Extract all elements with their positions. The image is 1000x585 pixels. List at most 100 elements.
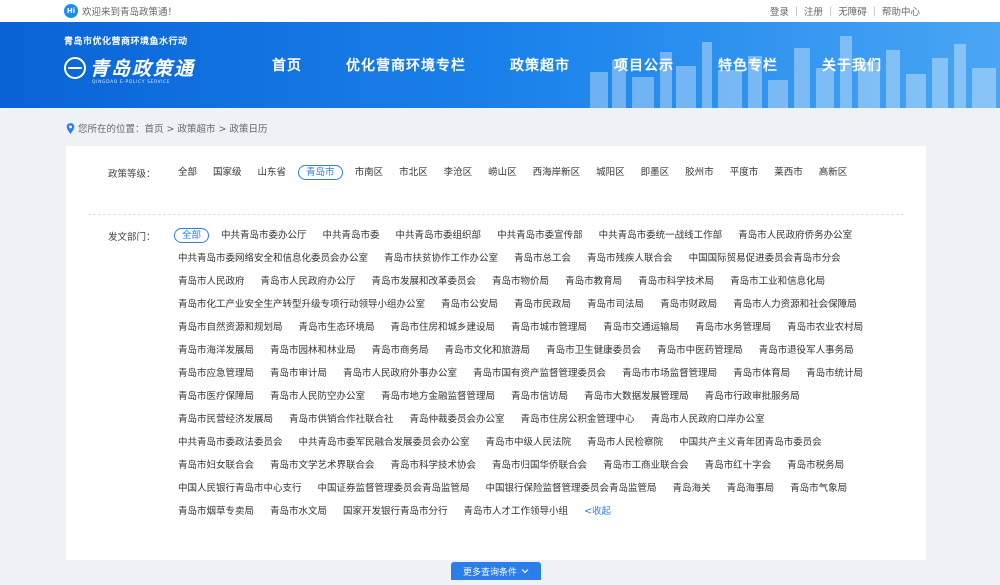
nav-policy-market[interactable]: 政策超市 — [488, 22, 592, 108]
policy-level-tag[interactable]: 市南区 — [347, 161, 392, 184]
department-tag[interactable]: 青岛市人民政府办公厅 — [253, 270, 364, 293]
department-tag[interactable]: 青岛市人力资源和社会保障局 — [725, 293, 865, 316]
department-tag[interactable]: 中共青岛市委政法委员会 — [170, 431, 291, 454]
department-tag[interactable]: 青岛市公安局 — [433, 293, 506, 316]
department-tag[interactable]: 青岛市退役军人事务局 — [751, 339, 862, 362]
department-tag[interactable]: 中国银行保险监督管理委员会青岛监管局 — [478, 477, 665, 500]
department-tag[interactable]: 青岛市水务管理局 — [687, 316, 779, 339]
policy-level-tag[interactable]: 国家级 — [205, 161, 250, 184]
department-tag[interactable]: 青岛市体育局 — [725, 362, 798, 385]
department-tag[interactable]: 青岛市人民政府 — [170, 270, 253, 293]
department-tag[interactable]: 青岛市发展和改革委员会 — [364, 270, 485, 293]
department-tag[interactable]: 青岛市自然资源和规划局 — [170, 316, 291, 339]
department-tag[interactable]: 中共青岛市委宣传部 — [489, 224, 591, 247]
department-tag[interactable]: 青岛市教育局 — [557, 270, 630, 293]
help-link[interactable]: 帮助中心 — [882, 4, 920, 18]
department-tag[interactable]: 青岛市人民政府口岸办公室 — [643, 408, 773, 431]
site-logo[interactable]: 青岛政策通 — [64, 54, 195, 81]
department-tag[interactable]: 青岛市民营经济发展局 — [170, 408, 281, 431]
policy-level-tag[interactable]: 山东省 — [250, 161, 295, 184]
department-tag[interactable]: 青岛市妇女联合会 — [170, 454, 262, 477]
department-tag[interactable]: 青岛市科学技术局 — [630, 270, 722, 293]
department-tag[interactable]: 青岛市生态环境局 — [291, 316, 383, 339]
department-tag[interactable]: 青岛市国有资产监督管理委员会 — [465, 362, 614, 385]
department-tag[interactable]: 青岛市总工会 — [506, 247, 579, 270]
department-tag[interactable]: 青岛市人才工作领导小组 — [456, 500, 577, 523]
policy-level-tag[interactable]: 莱西市 — [766, 161, 811, 184]
nav-special-column[interactable]: 特色专栏 — [696, 22, 800, 108]
department-tag[interactable]: 青岛市民政局 — [506, 293, 579, 316]
department-tag[interactable]: 国家开发银行青岛市分行 — [335, 500, 456, 523]
department-tag[interactable]: 青岛市人民政府外事办公室 — [335, 362, 465, 385]
department-tag[interactable]: 青岛市市场监督管理局 — [614, 362, 725, 385]
department-tag[interactable]: 青岛市住房公积金管理中心 — [513, 408, 643, 431]
department-tag[interactable]: 青岛市海洋发展局 — [170, 339, 262, 362]
department-tag[interactable]: 全部 — [170, 224, 213, 247]
policy-level-tag[interactable]: 青岛市 — [294, 161, 347, 184]
policy-level-tag[interactable]: 城阳区 — [588, 161, 633, 184]
department-tag[interactable]: 青岛市科学技术协会 — [383, 454, 485, 477]
department-tag[interactable]: 中共青岛市委统一战线工作部 — [591, 224, 731, 247]
department-tag[interactable]: 青岛市行政审批服务局 — [697, 385, 808, 408]
policy-level-tag[interactable]: 即墨区 — [633, 161, 678, 184]
register-link[interactable]: 注册 — [804, 4, 823, 18]
department-tag[interactable]: 青岛市烟草专卖局 — [170, 500, 262, 523]
department-tag[interactable]: 青岛市归国华侨联合会 — [484, 454, 595, 477]
nav-home[interactable]: 首页 — [250, 22, 324, 108]
nav-about-us[interactable]: 关于我们 — [800, 22, 904, 108]
collapse-link[interactable]: <收起 — [576, 500, 619, 523]
department-tag[interactable]: 中共青岛市委 — [315, 224, 388, 247]
department-tag[interactable]: 青岛海事局 — [719, 477, 783, 500]
department-tag[interactable]: 青岛市财政局 — [652, 293, 725, 316]
department-tag[interactable]: 青岛市人民防空办公室 — [262, 385, 373, 408]
department-tag[interactable]: 青岛市医疗保障局 — [170, 385, 262, 408]
department-tag[interactable]: 中共青岛市委军民融合发展委员会办公室 — [291, 431, 478, 454]
department-tag[interactable]: 中国共产主义青年团青岛市委员会 — [671, 431, 830, 454]
department-tag[interactable]: 青岛市统计局 — [798, 362, 871, 385]
policy-level-tag[interactable]: 李沧区 — [436, 161, 481, 184]
department-tag[interactable]: 青岛仲裁委员会办公室 — [402, 408, 513, 431]
department-tag[interactable]: 中国人民银行青岛市中心支行 — [170, 477, 310, 500]
department-tag[interactable]: 青岛市司法局 — [579, 293, 652, 316]
more-filters-button[interactable]: 更多查询条件 — [451, 562, 541, 580]
department-tag[interactable]: 青岛市气象局 — [782, 477, 855, 500]
policy-level-tag[interactable]: 平度市 — [722, 161, 767, 184]
department-tag[interactable]: 青岛市工商业联合会 — [595, 454, 697, 477]
policy-level-tag[interactable]: 市北区 — [391, 161, 436, 184]
department-tag[interactable]: 青岛市供销合作社联合社 — [281, 408, 402, 431]
policy-level-tag[interactable]: 西海岸新区 — [525, 161, 589, 184]
department-tag[interactable]: 青岛市中医药管理局 — [649, 339, 751, 362]
department-tag[interactable]: 青岛市残疾人联合会 — [579, 247, 681, 270]
department-tag[interactable]: 青岛市住房和城乡建设局 — [383, 316, 504, 339]
accessibility-link[interactable]: 无障碍 — [838, 4, 867, 18]
department-tag[interactable]: 青岛市应急管理局 — [170, 362, 262, 385]
department-tag[interactable]: 中共青岛市委组织部 — [388, 224, 490, 247]
department-tag[interactable]: 青岛海关 — [665, 477, 719, 500]
nav-business-environment[interactable]: 优化营商环境专栏 — [324, 22, 488, 108]
department-tag[interactable]: 青岛市人民政府侨务办公室 — [730, 224, 860, 247]
policy-level-tag[interactable]: 崂山区 — [480, 161, 525, 184]
department-tag[interactable]: 青岛市农业农村局 — [779, 316, 871, 339]
department-tag[interactable]: 青岛市中级人民法院 — [478, 431, 580, 454]
policy-level-tag[interactable]: 高新区 — [811, 161, 856, 184]
department-tag[interactable]: 青岛市园林和林业局 — [262, 339, 364, 362]
department-tag[interactable]: 青岛市扶贫协作工作办公室 — [376, 247, 506, 270]
department-tag[interactable]: 青岛市物价局 — [484, 270, 557, 293]
policy-level-tag[interactable]: 全部 — [170, 161, 205, 184]
department-tag[interactable]: 青岛市文化和旅游局 — [437, 339, 539, 362]
policy-level-tag[interactable]: 胶州市 — [677, 161, 722, 184]
login-link[interactable]: 登录 — [770, 4, 789, 18]
department-tag[interactable]: 青岛市商务局 — [364, 339, 437, 362]
department-tag[interactable]: 青岛市信访局 — [503, 385, 576, 408]
department-tag[interactable]: 青岛市水文局 — [262, 500, 335, 523]
department-tag[interactable]: 青岛市交通运输局 — [595, 316, 687, 339]
department-tag[interactable]: 青岛市人民检察院 — [579, 431, 671, 454]
department-tag[interactable]: 青岛市卫生健康委员会 — [538, 339, 649, 362]
department-tag[interactable]: 中国国际贸易促进委员会青岛市分会 — [681, 247, 849, 270]
department-tag[interactable]: 青岛市城市管理局 — [503, 316, 595, 339]
department-tag[interactable]: 青岛市审计局 — [262, 362, 335, 385]
department-tag[interactable]: 中共青岛市委网络安全和信息化委员会办公室 — [170, 247, 376, 270]
department-tag[interactable]: 青岛市化工产业安全生产转型升级专项行动领导小组办公室 — [170, 293, 433, 316]
department-tag[interactable]: 中共青岛市委办公厅 — [213, 224, 315, 247]
department-tag[interactable]: 青岛市地方金融监督管理局 — [373, 385, 503, 408]
